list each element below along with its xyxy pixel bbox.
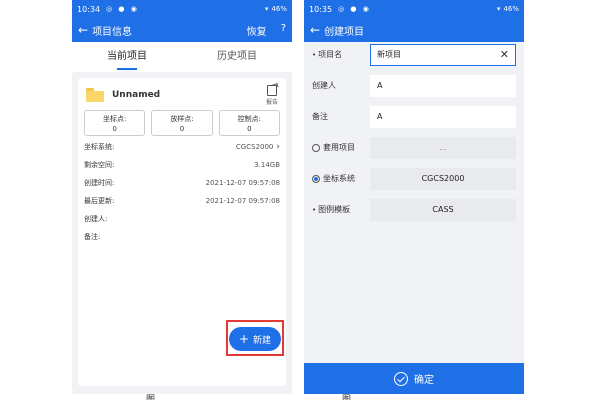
battery-level: 46% bbox=[271, 5, 287, 13]
folder-icon bbox=[86, 88, 104, 102]
status-icons: ◎ ● ◉ bbox=[338, 5, 371, 13]
point-stats: 坐标点: 0 放样点: 0 控制点: 0 bbox=[84, 110, 280, 136]
info-value: 2021-12-07 09:57:08 bbox=[205, 179, 280, 187]
apply-project-select: ... bbox=[370, 136, 516, 159]
plus-icon: + bbox=[238, 332, 250, 346]
info-row-last-updated: 最后更新: 2021-12-07 09:57:08 bbox=[84, 192, 280, 210]
project-name-label: 项目名 bbox=[318, 50, 343, 59]
info-label: 剩余空间: bbox=[84, 161, 115, 169]
stat-value: 0 bbox=[247, 125, 252, 133]
wifi-icon: ▾ bbox=[496, 5, 501, 13]
new-project-button[interactable]: + 新建 bbox=[229, 327, 281, 351]
info-label: 最后更新: bbox=[84, 197, 115, 205]
form-row-remark: 备注 A bbox=[304, 104, 524, 129]
status-icons: ◎ ● ◉ bbox=[106, 5, 139, 13]
report-label: 报告 bbox=[265, 98, 278, 106]
app-bar: ← 创建项目 bbox=[304, 18, 524, 42]
remark-value: A bbox=[377, 112, 383, 121]
info-row-free-space: 剩余空间: 3.14GB bbox=[84, 156, 280, 174]
coord-system-select[interactable]: CGCS2000 bbox=[370, 167, 516, 190]
coord-system-value: CGCS2000 bbox=[421, 174, 465, 183]
figure-caption-left: 图 bbox=[146, 395, 156, 400]
back-arrow-icon[interactable]: ← bbox=[78, 24, 88, 36]
check-circle-icon bbox=[394, 371, 408, 386]
page-title: 项目信息 bbox=[92, 26, 133, 38]
info-value: 2021-12-07 09:57:08 bbox=[205, 197, 280, 205]
info-label: 创建时间: bbox=[84, 179, 115, 187]
form-row-project-name: • 项目名 新项目 ✕ bbox=[304, 42, 524, 67]
coord-system-label: 坐标系统 bbox=[323, 174, 355, 183]
creator-label: 创建人 bbox=[312, 81, 336, 90]
info-row-creator: 创建人: bbox=[84, 210, 280, 228]
battery-level: 46% bbox=[503, 5, 519, 13]
chevron-right-icon: › bbox=[276, 142, 280, 152]
stat-value: 0 bbox=[179, 125, 185, 133]
restore-button[interactable]: 恢复 bbox=[247, 23, 267, 38]
stat-value: 0 bbox=[112, 125, 117, 133]
status-bar: 10:35 ◎ ● ◉ ▾ 46% bbox=[304, 0, 524, 18]
form-row-creator: 创建人 A bbox=[304, 73, 524, 98]
back-arrow-icon[interactable]: ← bbox=[310, 24, 320, 36]
status-time: 10:35 bbox=[309, 4, 333, 14]
page-title: 创建项目 bbox=[324, 26, 365, 38]
form-row-legend-template: • 图例模板 CASS bbox=[304, 197, 524, 222]
remark-label: 备注 bbox=[312, 112, 328, 121]
create-project-screen: 10:35 ◎ ● ◉ ▾ 46% ← 创建项目 • 项目名 新项目 ✕ 创建人 … bbox=[304, 0, 524, 394]
legend-template-value: CASS bbox=[432, 205, 454, 214]
project-info-screen: 10:34 ◎ ● ◉ ▾ 46% ← 项目信息 恢复 ? 当前项目 历史项目 … bbox=[72, 0, 292, 394]
coord-system-radio[interactable] bbox=[312, 174, 320, 183]
legend-template-label: 图例模板 bbox=[318, 205, 351, 214]
info-row-remark: 备注: bbox=[84, 228, 280, 246]
project-tabs: 当前项目 历史项目 bbox=[72, 42, 292, 72]
stat-coordinate-points[interactable]: 坐标点: 0 bbox=[84, 110, 146, 136]
info-label: 坐标系统: bbox=[84, 143, 115, 151]
app-bar: ← 项目信息 恢复 ? bbox=[72, 18, 292, 42]
stat-label: 控制点: bbox=[237, 115, 261, 123]
clear-icon[interactable]: ✕ bbox=[500, 49, 509, 60]
apply-project-value: ... bbox=[439, 143, 447, 152]
required-marker: • bbox=[312, 205, 317, 214]
figure-caption-right: 图 bbox=[342, 395, 352, 400]
tab-history-project[interactable]: 历史项目 bbox=[182, 42, 292, 72]
project-name-value: 新项目 bbox=[377, 50, 401, 59]
confirm-button[interactable]: 确定 bbox=[304, 363, 524, 394]
project-name: Unnamed bbox=[112, 90, 161, 100]
project-header: Unnamed 报告 bbox=[86, 84, 278, 106]
confirm-label: 确定 bbox=[414, 375, 434, 386]
info-row-created-time: 创建时间: 2021-12-07 09:57:08 bbox=[84, 174, 280, 192]
project-name-input[interactable]: 新项目 ✕ bbox=[370, 43, 516, 66]
status-bar: 10:34 ◎ ● ◉ ▾ 46% bbox=[72, 0, 292, 18]
report-export-icon bbox=[266, 84, 277, 96]
project-info-list: 坐标系统: CGCS2000 › 剩余空间: 3.14GB 创建时间: 2021… bbox=[84, 138, 280, 246]
creator-input[interactable]: A bbox=[370, 74, 516, 97]
remark-input[interactable]: A bbox=[370, 105, 516, 128]
create-project-form: • 项目名 新项目 ✕ 创建人 A 备注 A 套用项目 ... 坐标系统 CGC… bbox=[304, 42, 524, 228]
required-marker: • bbox=[312, 50, 317, 59]
stat-label: 放样点: bbox=[170, 115, 194, 123]
form-row-apply-project: 套用项目 ... bbox=[304, 135, 524, 160]
info-label: 创建人: bbox=[84, 215, 108, 223]
apply-project-radio[interactable] bbox=[312, 143, 320, 152]
stat-control-points[interactable]: 控制点: 0 bbox=[218, 110, 280, 136]
form-row-coord-system: 坐标系统 CGCS2000 bbox=[304, 166, 524, 191]
help-button[interactable]: ? bbox=[281, 23, 286, 38]
new-button-label: 新建 bbox=[253, 335, 272, 346]
apply-project-label: 套用项目 bbox=[323, 143, 355, 152]
info-label: 备注: bbox=[84, 233, 101, 241]
status-time: 10:34 bbox=[77, 4, 101, 14]
info-value: 3.14GB bbox=[254, 161, 280, 169]
stat-label: 坐标点: bbox=[102, 115, 127, 123]
report-button[interactable]: 报告 bbox=[265, 84, 278, 106]
info-value: CGCS2000 bbox=[235, 143, 274, 151]
info-row-coord-system[interactable]: 坐标系统: CGCS2000 › bbox=[84, 138, 280, 156]
stat-stakeout-points[interactable]: 放样点: 0 bbox=[151, 110, 213, 136]
wifi-icon: ▾ bbox=[264, 5, 269, 13]
creator-value: A bbox=[377, 81, 383, 90]
legend-template-select[interactable]: CASS bbox=[370, 198, 516, 221]
tab-current-project[interactable]: 当前项目 bbox=[72, 42, 182, 72]
